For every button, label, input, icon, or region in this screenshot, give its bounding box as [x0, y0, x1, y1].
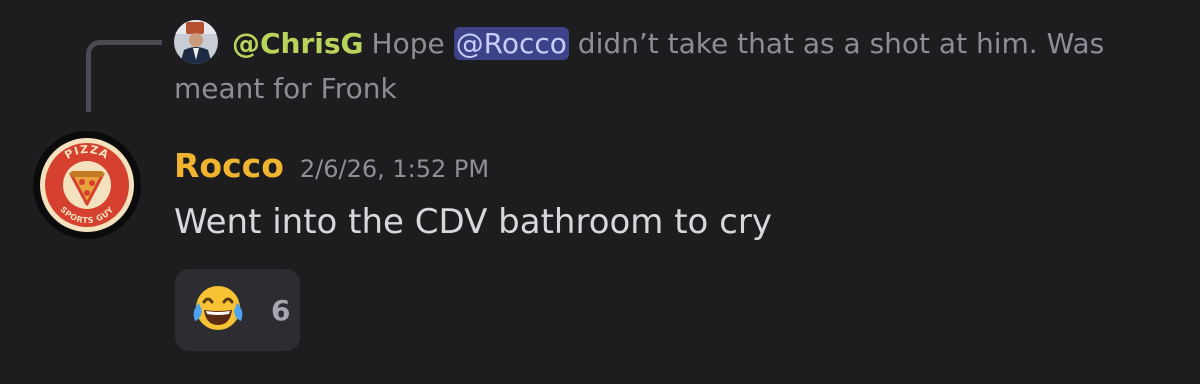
message-text: Went into the CDV bathroom to cry [174, 202, 772, 242]
message-header: Rocco 2/6/26, 1:52 PM [174, 142, 489, 190]
face-with-tears-of-joy-icon [193, 286, 243, 330]
reaction-count: 6 [271, 293, 291, 327]
reply-mention[interactable]: @Rocco [453, 27, 569, 60]
pizza-sports-guy-logo: PIZZA SPORTS GUY [33, 131, 141, 239]
message-author[interactable]: Rocco [174, 146, 284, 185]
reply-preview[interactable]: @ChrisG Hope @Rocco didn’t take that as a… [174, 20, 1184, 111]
reply-author[interactable]: @ChrisG [232, 27, 364, 60]
chat-message-view: @ChrisG Hope @Rocco didn’t take that as a… [0, 0, 1200, 384]
author-avatar[interactable]: PIZZA SPORTS GUY [33, 131, 141, 239]
reaction-button[interactable]: 6 [175, 269, 300, 351]
reply-avatar[interactable] [174, 20, 218, 64]
message-timestamp: 2/6/26, 1:52 PM [299, 155, 490, 183]
reply-connector [86, 40, 162, 112]
reply-text-start: Hope [371, 27, 454, 60]
